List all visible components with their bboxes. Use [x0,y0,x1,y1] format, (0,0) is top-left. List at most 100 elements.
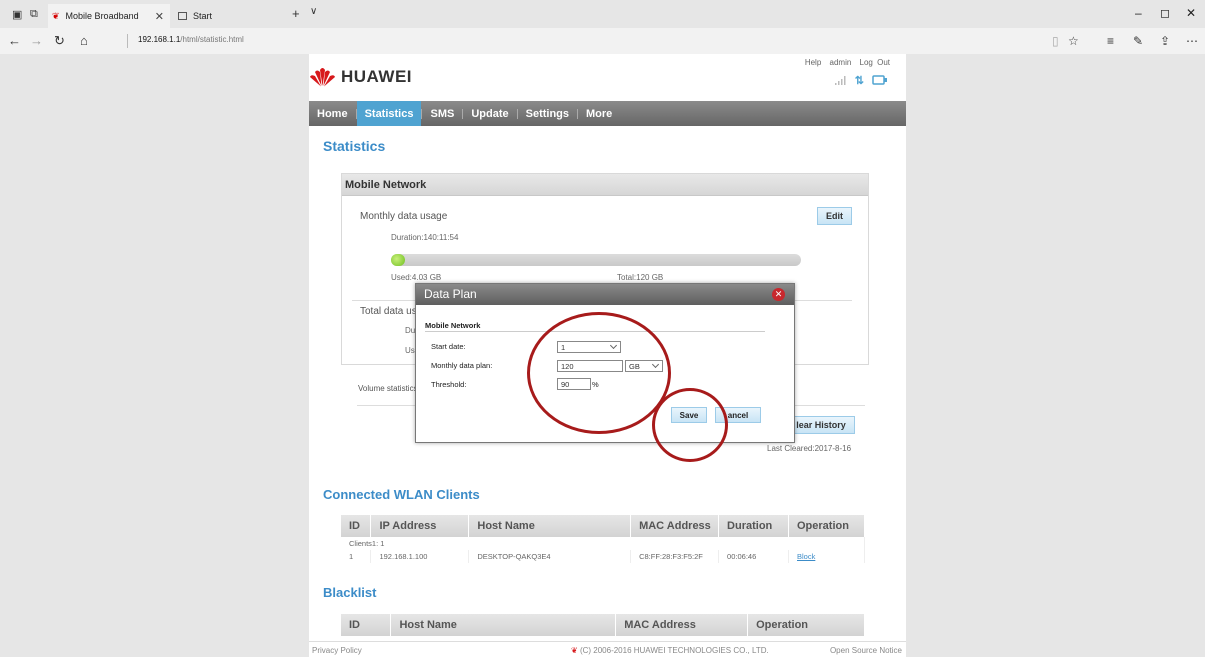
hub-icon[interactable]: ≡ [1107,34,1114,48]
tab-label: Mobile Broadband [65,11,139,21]
close-window-icon[interactable]: ✕ [1186,6,1196,20]
annotation-circle-fields [527,312,671,434]
browser-address-bar: ← → ↻ ⌂ 192.168.1.1/html/statistic.html … [0,28,1205,54]
page-title: Statistics [323,138,386,154]
reading-view-icon[interactable]: ▯ [1052,34,1059,48]
nav-statistics[interactable]: Statistics [356,101,422,126]
url-host: 192.168.1.1 [138,35,181,44]
clients-count: Clients1: 1 [341,537,865,550]
logout-link[interactable]: Log Out [860,58,890,67]
copyright-label: (C) 2006-2016 HUAWEI TECHNOLOGIES CO., L… [579,646,769,655]
status-icons: ⇅ [834,74,888,87]
privacy-policy-link[interactable]: Privacy Policy [312,646,362,655]
nav-settings[interactable]: Settings [518,101,577,126]
data-transfer-icon: ⇅ [854,75,864,87]
huawei-logo: HUAWEI [309,66,412,88]
nav-sms[interactable]: SMS [422,101,462,126]
help-link[interactable]: Help [805,58,821,67]
monthly-plan-label: Monthly data plan: [431,361,493,370]
set-aside-tabs-icon[interactable]: ⧉ [30,8,38,21]
monthly-usage-label: Monthly data usage [360,211,448,222]
admin-link[interactable]: admin [830,58,852,67]
close-icon[interactable]: ✕ [772,288,785,301]
col-operation: Operation [747,614,865,636]
col-id: ID [341,515,372,537]
total-duration-label: Du [405,326,416,335]
divider [127,34,128,48]
web-note-icon[interactable]: ✎ [1133,34,1143,48]
back-arrow-icon[interactable]: ← [8,33,21,48]
cell-id: 1 [341,550,372,563]
table-header-row: ID Host Name MAC Address Operation [341,614,865,636]
dialog-section-title: Mobile Network [425,321,481,330]
cell-mac: C8:FF:28:F3:F5:2F [630,550,720,563]
volume-statistics-label: Volume statistics [358,384,418,393]
col-host: Host Name [468,515,632,537]
open-source-notice-link[interactable]: Open Source Notice [830,646,902,655]
tab-mobile-broadband[interactable]: ❦ Mobile Broadband ✕ [48,4,170,28]
tab-label: Start [193,11,213,21]
copyright-text: ❦ (C) 2006-2016 HUAWEI TECHNOLOGIES CO.,… [571,646,769,655]
total-used-label: Us [405,346,415,355]
more-icon[interactable]: ⋯ [1186,34,1198,48]
nav-update[interactable]: Update [463,101,516,126]
restore-icon[interactable]: ◻ [1160,6,1170,20]
forward-arrow-icon[interactable]: → [30,33,43,48]
cell-duration: 00:06:46 [718,550,789,563]
total-text: Total:120 GB [617,273,664,282]
url-field[interactable]: 192.168.1.1/html/statistic.html [138,35,244,44]
home-icon[interactable]: ⌂ [80,33,88,48]
total-usage-label: Total data usa [360,306,423,317]
url-path: /html/statistic.html [180,35,244,44]
table-header-row: ID IP Address Host Name MAC Address Dura… [341,515,865,537]
connected-device-icon [872,75,887,85]
cell-host: DESKTOP-QAKQ3E4 [468,550,632,563]
start-page-icon [178,12,187,20]
close-tab-icon[interactable]: ✕ [155,10,164,23]
col-duration: Duration [718,515,789,537]
last-cleared-text: Last Cleared:2017-8-16 [767,444,852,453]
dialog-header: Data Plan ✕ [416,284,794,305]
chevron-down-icon[interactable]: ∨ [310,6,317,17]
page-footer: Privacy Policy ❦ (C) 2006-2016 HUAWEI TE… [309,641,906,657]
usage-progress-fill [391,254,406,266]
huawei-favicon-icon: ❦ [52,10,60,21]
share-icon[interactable]: ⇪ [1160,34,1170,48]
huawei-petal-icon [310,68,335,87]
col-id: ID [341,614,392,636]
tab-start[interactable]: Start [174,4,284,28]
panel-title: Mobile Network [342,174,868,196]
clear-history-button[interactable]: lear History [787,416,855,434]
col-operation: Operation [788,515,865,537]
header-links: Help admin Log Out [801,58,890,67]
blacklist-table: ID Host Name MAC Address Operation [341,614,865,636]
brand-name: HUAWEI [341,67,412,86]
favorite-star-icon[interactable]: ☆ [1068,34,1079,48]
signal-strength-icon [834,76,846,85]
col-mac: MAC Address [630,515,720,537]
used-text: Used:4.03 GB [391,273,442,282]
nav-home[interactable]: Home [309,101,356,126]
wlan-clients-title: Connected WLAN Clients [323,487,480,502]
col-ip: IP Address [370,515,470,537]
usage-progress-bar [391,254,801,266]
block-link[interactable]: Block [788,550,865,563]
huawei-small-logo-icon: ❦ [571,646,578,655]
col-mac: MAC Address [615,614,749,636]
dialog-title: Data Plan [424,287,477,301]
edit-button[interactable]: Edit [817,207,852,225]
annotation-circle-save [652,388,728,462]
start-date-label: Start date: [431,342,466,351]
refresh-icon[interactable]: ↻ [54,33,65,49]
blacklist-title: Blacklist [323,585,377,600]
wlan-clients-table: ID IP Address Host Name MAC Address Dura… [341,515,865,563]
threshold-label: Threshold: [431,380,467,389]
cell-ip: 192.168.1.100 [370,550,470,563]
new-tab-icon[interactable]: + [292,6,300,21]
col-host: Host Name [390,614,617,636]
minimize-icon[interactable]: – [1135,6,1142,20]
tab-preview-icon[interactable]: ▣ [12,8,22,21]
clients-count-row: Clients1: 1 [341,537,865,550]
nav-more[interactable]: More [578,101,620,126]
table-row: 1 192.168.1.100 DESKTOP-QAKQ3E4 C8:FF:28… [341,550,865,563]
